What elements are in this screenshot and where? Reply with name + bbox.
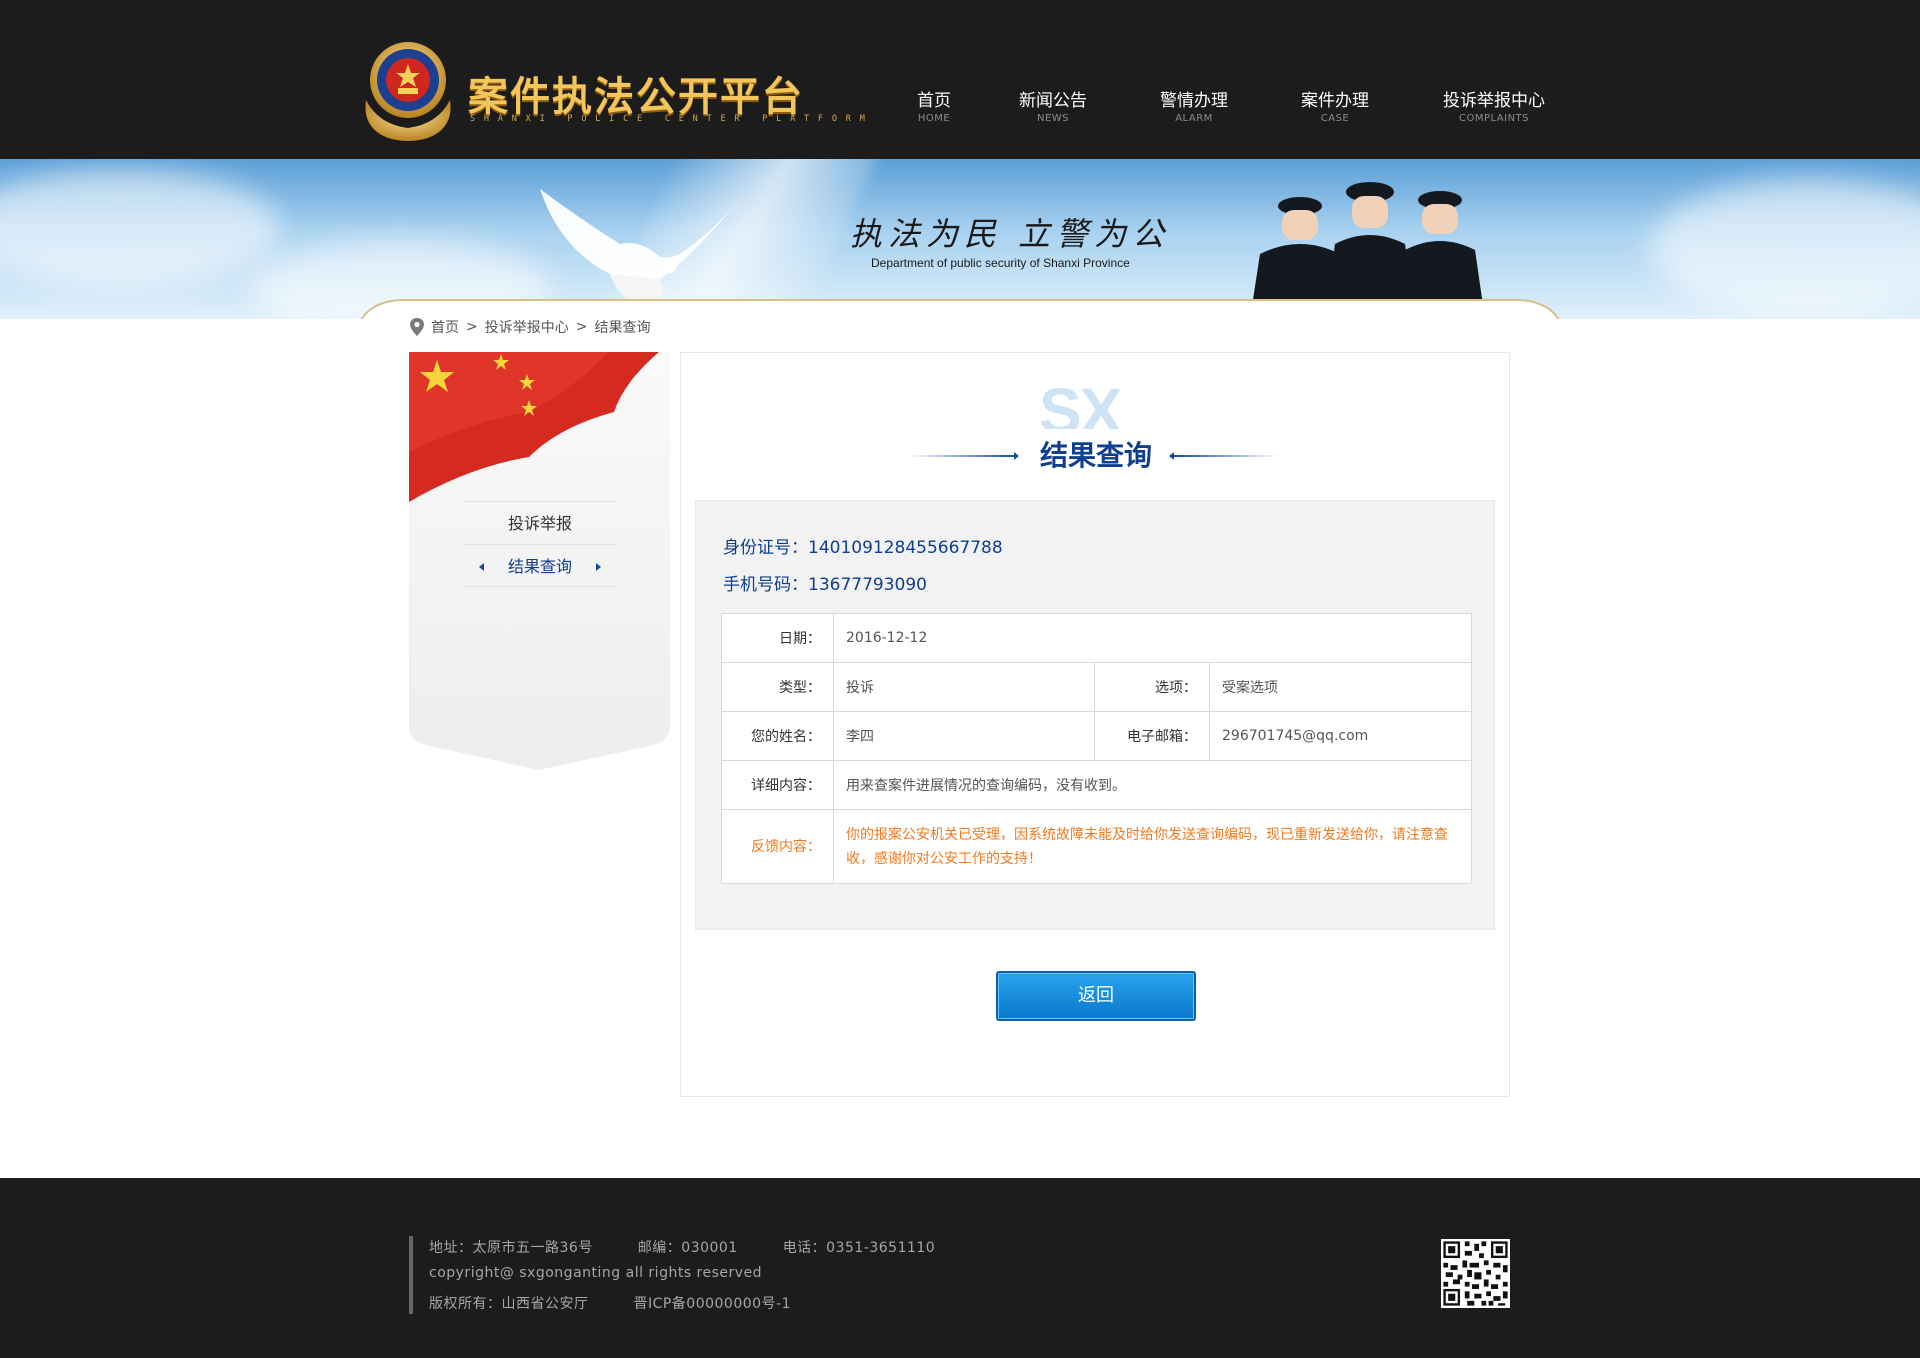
arrow-right-icon	[596, 563, 601, 571]
breadcrumb-separator: >	[466, 319, 478, 335]
type-label: 类型：	[721, 662, 834, 712]
site-footer: 地址：太原市五一路36号 邮编：030001 电话：0351-3651110 c…	[0, 1178, 1920, 1358]
footer-postcode: 邮编：030001	[637, 1240, 738, 1256]
page-title: 结果查询	[1039, 439, 1152, 472]
main-nav: 首页 HOME 新闻公告 NEWS 警情办理 ALARM 案件办理 CASE 投…	[0, 90, 1920, 130]
option-value: 受案选项	[1208, 662, 1473, 712]
nav-item-complaints[interactable]: 投诉举报中心 COMPLAINTS	[1443, 90, 1545, 125]
footer-contact-line: 地址：太原市五一路36号 邮编：030001 电话：0351-3651110	[429, 1237, 975, 1257]
email-label: 电子邮箱：	[1094, 711, 1210, 761]
detail-value: 用来查案件进展情况的查询编码，没有收到。	[832, 760, 1473, 810]
type-value: 投诉	[833, 662, 1095, 712]
id-number-value: 140109128455667788	[808, 538, 1003, 558]
sidebar-item-label: 结果查询	[507, 557, 572, 576]
nav-label: 首页	[917, 91, 951, 111]
id-number-label: 身份证号：	[723, 538, 808, 558]
nav-sub: CASE	[1320, 113, 1350, 124]
hero-banner: 执法为民 立警为公 Department of public security …	[0, 159, 1920, 319]
table-row: 类型： 投诉 选项： 受案选项	[721, 662, 1473, 712]
feedback-label: 反馈内容：	[721, 809, 834, 884]
nav-sub: HOME	[917, 113, 951, 124]
nav-item-case[interactable]: 案件办理 CASE	[1301, 90, 1369, 125]
nav-item-alarm[interactable]: 警情办理 ALARM	[1160, 90, 1228, 125]
banner-slogan-en: Department of public security of Shanxi …	[871, 256, 1130, 270]
banner-curve	[360, 299, 1560, 319]
option-label: 选项：	[1094, 662, 1210, 712]
phone-number-value: 13677793090	[808, 575, 927, 595]
footer-icp[interactable]: 晋ICP备00000000号-1	[633, 1296, 791, 1312]
site-header: 案件执法公开平台 SHANXI POLICE CENTER PLATFORM 首…	[0, 0, 1920, 159]
date-value: 2016-12-12	[832, 613, 1473, 663]
sidebar-item-complaints[interactable]: 投诉举报	[463, 501, 617, 544]
cloud-shape	[0, 169, 280, 289]
sidebar-item-label: 投诉举报	[507, 514, 572, 533]
footer-owner-line: 版权所有：山西省公安厅 晋ICP备00000000号-1	[429, 1293, 831, 1313]
table-row: 反馈内容： 你的报案公安机关已受理，因系统故障未能及时给你发送查询编码，现已重新…	[721, 809, 1473, 884]
breadcrumb-separator: >	[575, 319, 588, 335]
detail-label: 详细内容：	[721, 760, 834, 810]
title-watermark: SX	[1039, 379, 1121, 429]
nav-item-home[interactable]: 首页 HOME	[917, 90, 951, 125]
location-pin-icon	[410, 318, 424, 336]
sidebar: 投诉举报 结果查询	[409, 352, 670, 772]
email-value: 296701745@qq.com	[1208, 711, 1473, 761]
breadcrumb-home[interactable]: 首页	[431, 317, 459, 337]
sidebar-item-result-query[interactable]: 结果查询	[463, 544, 617, 587]
name-label: 您的姓名：	[721, 711, 834, 761]
nav-label: 案件办理	[1301, 91, 1369, 111]
nav-item-news[interactable]: 新闻公告 NEWS	[1019, 90, 1087, 125]
nav-sub: ALARM	[1175, 113, 1213, 124]
phone-number-label: 手机号码：	[723, 575, 808, 595]
date-label: 日期：	[721, 613, 834, 663]
footer-owner: 版权所有：山西省公安厅	[429, 1296, 589, 1312]
name-value: 李四	[833, 711, 1095, 761]
nav-label: 新闻公告	[1019, 91, 1087, 111]
nav-label: 警情办理	[1160, 91, 1228, 111]
breadcrumb-current: 结果查询	[594, 320, 651, 336]
footer-phone: 电话：0351-3651110	[782, 1240, 936, 1256]
arrow-left-icon	[479, 563, 484, 571]
nav-sub: NEWS	[1036, 113, 1070, 124]
nav-label: 投诉举报中心	[1443, 91, 1545, 111]
table-row: 您的姓名： 李四 电子邮箱： 296701745@qq.com	[721, 711, 1473, 761]
id-number-line: 身份证号：140109128455667788	[723, 533, 1003, 558]
result-info-box: 身份证号：140109128455667788 手机号码：13677793090…	[695, 500, 1495, 930]
footer-copyright: copyright@ sxgonganting all rights reser…	[429, 1265, 763, 1281]
national-flag-icon	[409, 352, 659, 502]
main-panel: SX 结果查询 身份证号：140109128455667788 手机号码：136…	[680, 352, 1510, 1097]
footer-address: 地址：太原市五一路36号	[429, 1240, 593, 1256]
footer-divider	[409, 1236, 413, 1314]
qr-code-icon	[1441, 1239, 1510, 1308]
table-row: 日期： 2016-12-12	[721, 613, 1473, 663]
nav-sub: COMPLAINTS	[1458, 113, 1530, 124]
breadcrumb: 首页 > 投诉举报中心 > 结果查询	[409, 317, 650, 337]
banner-slogan: 执法为民 立警为公	[850, 215, 1171, 253]
title-decoration-line	[1174, 455, 1279, 457]
result-table: 日期： 2016-12-12 类型： 投诉 选项： 受案选项 您的姓名： 李四 …	[721, 613, 1473, 884]
phone-number-line: 手机号码：13677793090	[723, 570, 927, 595]
breadcrumb-complaints[interactable]: 投诉举报中心	[485, 317, 569, 337]
back-button[interactable]: 返回	[996, 971, 1196, 1021]
feedback-value: 你的报案公安机关已受理，因系统故障未能及时给你发送查询编码，现已重新发送给你，请…	[832, 809, 1473, 884]
table-row: 详细内容： 用来查案件进展情况的查询编码，没有收到。	[721, 760, 1473, 810]
